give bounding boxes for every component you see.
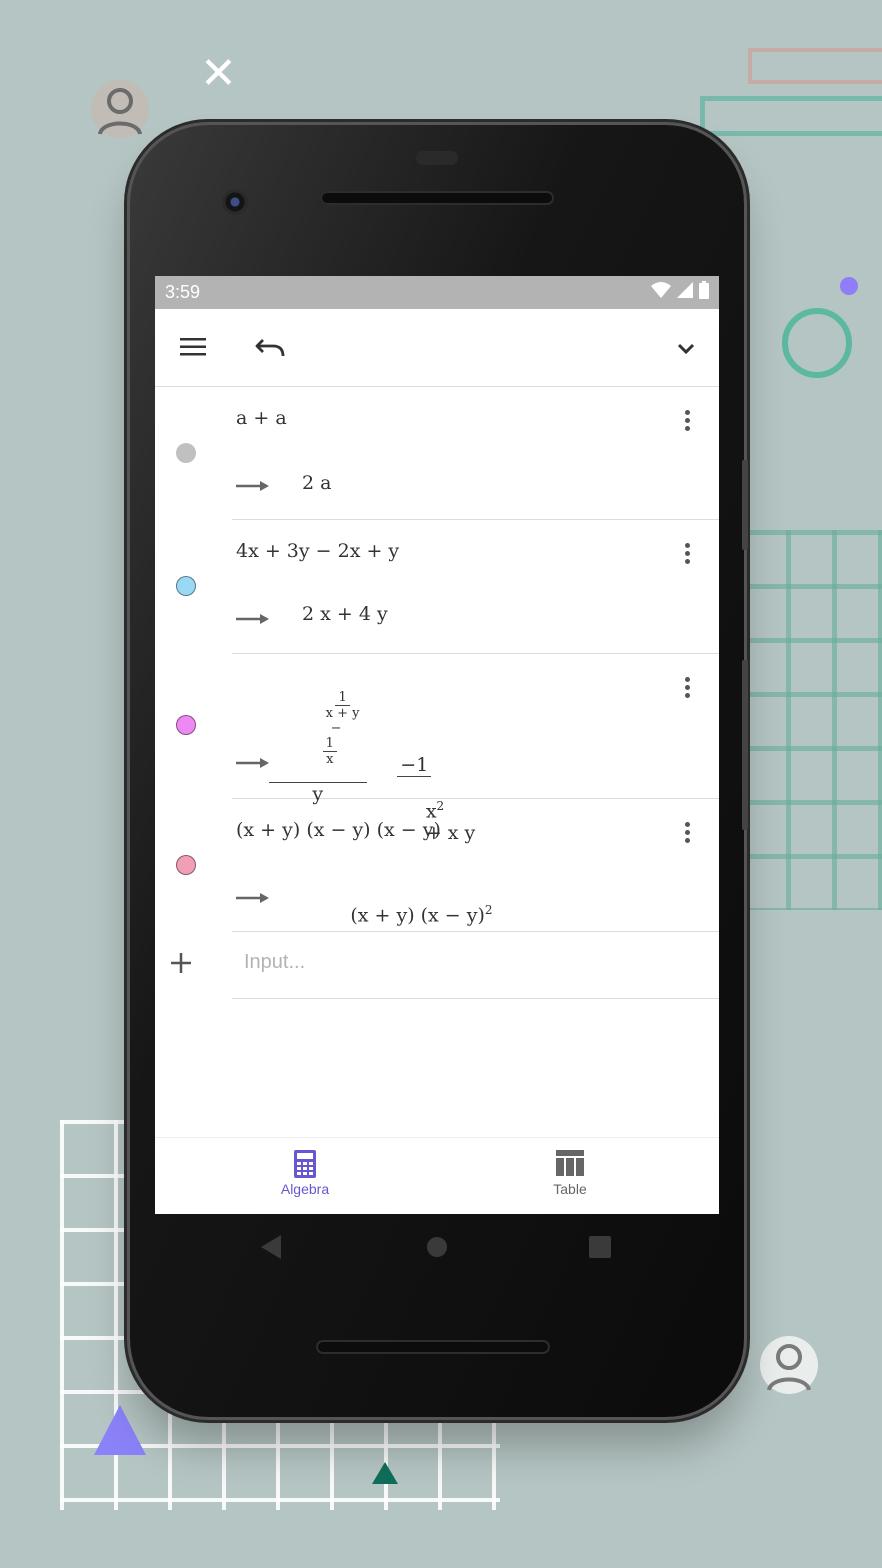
bottom-speaker	[316, 1340, 550, 1354]
hamburger-menu-icon[interactable]	[177, 331, 209, 363]
chevron-down-icon[interactable]	[670, 333, 702, 365]
wifi-icon	[651, 282, 671, 303]
back-triangle-icon[interactable]	[259, 1234, 285, 1260]
algebra-row[interactable]: 1 x + y − 1 x y −1 x2 + x y	[176, 654, 719, 844]
tab-algebra[interactable]: Algebra	[245, 1150, 365, 1197]
decorative-avatar-icon	[91, 80, 149, 138]
decorative-stripe-red	[748, 48, 882, 84]
calculator-icon	[294, 1150, 316, 1178]
algebra-row[interactable]: (x + y) (x − y) (x − y) (x + y) (x − y)2	[176, 799, 719, 932]
status-bar: 3:59	[155, 276, 719, 309]
result-arrow-icon	[236, 614, 269, 624]
more-options-icon[interactable]	[675, 672, 699, 702]
visibility-dot[interactable]	[176, 443, 196, 463]
visibility-dot[interactable]	[176, 576, 196, 596]
app-toolbar	[155, 309, 719, 387]
battery-icon	[699, 281, 709, 304]
signal-icon	[677, 282, 693, 303]
more-options-icon[interactable]	[675, 817, 699, 847]
row-output-result: 2 a	[302, 472, 332, 494]
undo-icon[interactable]	[254, 331, 286, 363]
result-arrow-icon	[236, 893, 269, 903]
decorative-triangle-purple	[94, 1405, 146, 1455]
algebra-input-field[interactable]	[242, 950, 706, 975]
home-circle-icon[interactable]	[424, 1234, 450, 1260]
decorative-stripe-teal	[700, 96, 882, 136]
more-options-icon[interactable]	[675, 405, 699, 435]
row-input-expression[interactable]: a + a	[236, 407, 287, 429]
decorative-avatar-icon	[760, 1336, 818, 1394]
add-plus-icon[interactable]	[166, 948, 196, 978]
algebra-row[interactable]: a + a 2 a	[176, 387, 719, 520]
bottom-navigation: Algebra Table	[155, 1137, 719, 1214]
status-time: 3:59	[165, 282, 201, 302]
visibility-dot[interactable]	[176, 855, 196, 875]
row-input-expression[interactable]: 4x + 3y − 2x + y	[236, 540, 399, 562]
decorative-triangle-green	[372, 1462, 398, 1484]
decorative-dot	[840, 277, 858, 295]
tab-table-label: Table	[553, 1181, 587, 1197]
earpiece-speaker	[320, 191, 554, 205]
tab-table[interactable]: Table	[510, 1150, 630, 1197]
more-options-icon[interactable]	[675, 538, 699, 568]
algebra-input-row	[171, 932, 719, 999]
app-screen: 3:59 a + a 2 a 4x + 3y − 2x + y 2 x + 4 …	[155, 276, 719, 1214]
table-icon	[556, 1150, 584, 1176]
row-output-result: 2 x + 4 y	[302, 603, 388, 625]
side-button	[742, 660, 748, 830]
decorative-ring	[782, 308, 852, 378]
result-arrow-icon	[236, 481, 269, 491]
recents-square-icon[interactable]	[587, 1234, 613, 1260]
tab-algebra-label: Algebra	[280, 1181, 330, 1197]
front-camera	[222, 189, 248, 215]
decorative-x-icon: ✕	[200, 48, 237, 99]
visibility-dot[interactable]	[176, 715, 196, 735]
proximity-sensor	[416, 151, 458, 165]
phone-frame: 3:59 a + a 2 a 4x + 3y − 2x + y 2 x + 4 …	[130, 125, 748, 1417]
decorative-grid-right	[740, 530, 882, 910]
result-arrow-icon	[236, 758, 269, 768]
algebra-row[interactable]: 4x + 3y − 2x + y 2 x + 4 y	[176, 520, 719, 654]
row-input-expression[interactable]: (x + y) (x − y) (x − y)	[236, 819, 441, 841]
volume-button	[742, 460, 748, 550]
system-navigation-bar	[155, 1214, 719, 1278]
